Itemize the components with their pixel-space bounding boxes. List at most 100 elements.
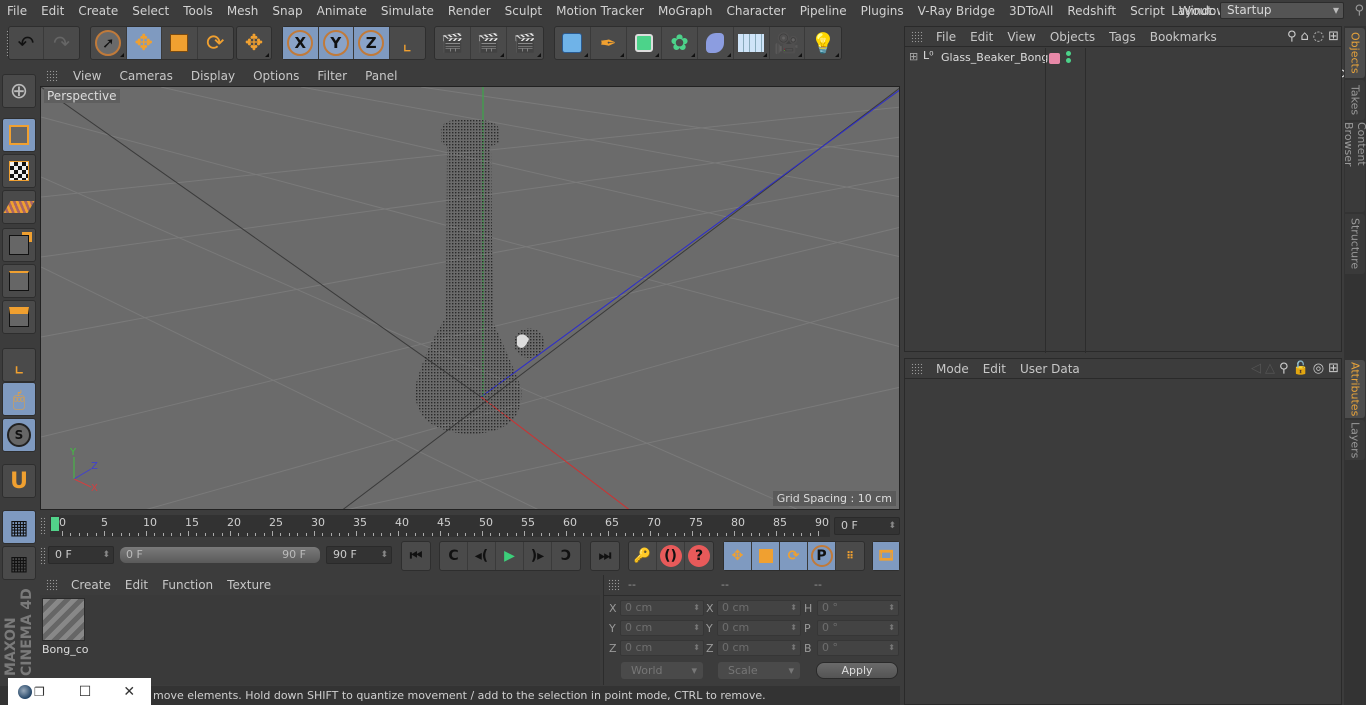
menu-tools[interactable]: Tools bbox=[176, 4, 220, 18]
polygon-mode-button[interactable] bbox=[2, 300, 36, 334]
lock-icon[interactable]: 🔓 bbox=[1293, 361, 1309, 376]
maximize-icon[interactable]: ☐ bbox=[79, 684, 92, 700]
attributes-menu-edit[interactable]: Edit bbox=[976, 362, 1013, 376]
redo-button[interactable]: ↷ bbox=[44, 27, 79, 59]
home-icon[interactable]: ⌂ bbox=[1300, 29, 1308, 44]
menu-snap[interactable]: Snap bbox=[265, 4, 309, 18]
menu-plugins[interactable]: Plugins bbox=[854, 4, 911, 18]
menu-select[interactable]: Select bbox=[125, 4, 176, 18]
objects-menu-bookmarks[interactable]: Bookmarks bbox=[1143, 30, 1224, 44]
coordinate-mode-dropdown[interactable]: Scale bbox=[718, 662, 800, 679]
attributes-menu-user-data[interactable]: User Data bbox=[1013, 362, 1087, 376]
back-arrow-icon[interactable]: ◁ bbox=[1251, 361, 1261, 376]
apply-button[interactable]: Apply bbox=[816, 662, 898, 679]
light-button[interactable]: 💡 bbox=[805, 27, 841, 59]
rot-h-field[interactable]: 0 ° bbox=[817, 600, 899, 616]
pos-y-field[interactable]: 0 cm bbox=[620, 620, 704, 636]
model-mode-button[interactable] bbox=[2, 118, 36, 152]
object-row[interactable]: ⊞ L⁰ Glass_Beaker_Bong bbox=[905, 48, 1341, 353]
keyframe-selection-button[interactable]: 🔑 bbox=[629, 542, 657, 570]
move-track-button[interactable]: ✥ bbox=[724, 542, 752, 570]
magnet-button[interactable]: U bbox=[2, 464, 36, 498]
material-grip[interactable] bbox=[46, 579, 58, 591]
param-track-button[interactable]: P bbox=[808, 542, 836, 570]
menu-file[interactable]: File bbox=[0, 4, 34, 18]
menu-mesh[interactable]: Mesh bbox=[220, 4, 266, 18]
rot-p-field[interactable]: 0 ° bbox=[817, 620, 899, 636]
recent-tool-button[interactable]: ✥ bbox=[237, 27, 271, 59]
make-editable-button[interactable]: ⊕ bbox=[2, 74, 36, 108]
viewport-perspective[interactable]: Y Z X Perspective Grid Spacing : 10 cm bbox=[40, 86, 900, 510]
coordinate-space-dropdown[interactable]: World bbox=[621, 662, 703, 679]
go-to-start-button[interactable]: ⏮ bbox=[402, 542, 430, 570]
size-x-field[interactable]: 0 cm bbox=[717, 600, 801, 616]
frame-range-slider[interactable]: 0 F 90 F bbox=[120, 547, 320, 563]
go-to-end-button[interactable]: ⏭ bbox=[591, 542, 619, 570]
z-axis-button[interactable]: Z bbox=[354, 27, 390, 59]
attribute-manager-grip[interactable] bbox=[911, 362, 923, 375]
menu-simulate[interactable]: Simulate bbox=[374, 4, 441, 18]
render-settings-button[interactable]: 🎬 bbox=[507, 27, 543, 59]
menu-animate[interactable]: Animate bbox=[310, 4, 374, 18]
expand-icon[interactable]: ⊞ bbox=[909, 50, 918, 63]
close-icon[interactable]: ✕ bbox=[123, 684, 135, 700]
cube-button[interactable] bbox=[555, 27, 591, 59]
glass-beaker-bong-mesh[interactable] bbox=[414, 119, 544, 434]
menu-vray-bridge[interactable]: V-Ray Bridge bbox=[911, 4, 1002, 18]
new-panel-icon[interactable]: ⊞ bbox=[1328, 29, 1339, 44]
timeline-grip[interactable] bbox=[40, 517, 46, 535]
workplane-lock-button[interactable]: ▦ bbox=[2, 510, 36, 544]
scale-track-button[interactable] bbox=[752, 542, 780, 570]
snap-button[interactable]: S bbox=[2, 418, 36, 452]
objects-menu-objects[interactable]: Objects bbox=[1043, 30, 1102, 44]
target-icon[interactable]: ◎ bbox=[1313, 361, 1324, 376]
search-icon[interactable]: ⚲ bbox=[1287, 29, 1297, 44]
edge-mode-button[interactable] bbox=[2, 264, 36, 298]
rotate-tool-button[interactable]: ⟳ bbox=[198, 27, 233, 59]
rotate-track-button[interactable]: ⟳ bbox=[780, 542, 808, 570]
workplane-align-button[interactable]: ▦ bbox=[2, 546, 36, 580]
eye-icon[interactable]: ◌ bbox=[1313, 29, 1324, 44]
point-mode-button[interactable] bbox=[2, 228, 36, 262]
viewport-menu-panel[interactable]: Panel bbox=[356, 69, 406, 83]
tab-layers[interactable]: Layers bbox=[1345, 420, 1365, 460]
menu-render[interactable]: Render bbox=[441, 4, 498, 18]
visibility-dots-icon[interactable] bbox=[1066, 51, 1071, 56]
menu-create[interactable]: Create bbox=[71, 4, 125, 18]
render-region-button[interactable]: 🎬 bbox=[435, 27, 471, 59]
x-axis-button[interactable]: X bbox=[283, 27, 319, 59]
object-name[interactable]: Glass_Beaker_Bong bbox=[941, 51, 1048, 64]
viewport-menu-options[interactable]: Options bbox=[244, 69, 308, 83]
tab-takes[interactable]: Takes bbox=[1345, 80, 1365, 120]
timeline-ruler[interactable]: 0 5 10 15 20 25 30 35 40 45 50 55 60 65 70 75 80 85 90 bbox=[50, 515, 830, 537]
attributes-menu-mode[interactable]: Mode bbox=[929, 362, 976, 376]
material-thumbnail[interactable] bbox=[42, 598, 85, 641]
pen-button[interactable]: ✒ bbox=[591, 27, 627, 59]
menu-redshift[interactable]: Redshift bbox=[1060, 4, 1123, 18]
search-icon[interactable]: ⚲ bbox=[1354, 3, 1364, 18]
record-help-button[interactable]: ? bbox=[685, 542, 713, 570]
pos-x-field[interactable]: 0 cm bbox=[620, 600, 704, 616]
menu-edit[interactable]: Edit bbox=[34, 4, 71, 18]
objects-menu-file[interactable]: File bbox=[929, 30, 963, 44]
layout-dropdown[interactable]: Startup bbox=[1220, 2, 1344, 19]
material-menu-texture[interactable]: Texture bbox=[220, 578, 278, 592]
material-menu-edit[interactable]: Edit bbox=[118, 578, 155, 592]
autokey-button[interactable]: () bbox=[657, 542, 685, 570]
coordinate-system-button[interactable]: ⌞ bbox=[390, 27, 425, 59]
menu-character[interactable]: Character bbox=[719, 4, 792, 18]
viewport-grip[interactable] bbox=[46, 70, 58, 82]
subdivision-button[interactable] bbox=[627, 27, 663, 59]
viewport-menu-filter[interactable]: Filter bbox=[308, 69, 356, 83]
timeline-window-button[interactable]: 🎞 bbox=[873, 542, 899, 570]
move-tool-button[interactable]: ✥ bbox=[126, 27, 162, 59]
object-manager-grip[interactable] bbox=[911, 30, 923, 43]
objects-menu-edit[interactable]: Edit bbox=[963, 30, 1000, 44]
viewport-menu-display[interactable]: Display bbox=[182, 69, 244, 83]
menu-pipeline[interactable]: Pipeline bbox=[793, 4, 854, 18]
tab-attributes[interactable]: Attributes bbox=[1345, 360, 1365, 418]
floor-button[interactable] bbox=[734, 27, 770, 59]
tweak-mode-button[interactable]: 🖱 bbox=[2, 382, 36, 416]
viewport-menu-cameras[interactable]: Cameras bbox=[110, 69, 181, 83]
size-y-field[interactable]: 0 cm bbox=[717, 620, 801, 636]
